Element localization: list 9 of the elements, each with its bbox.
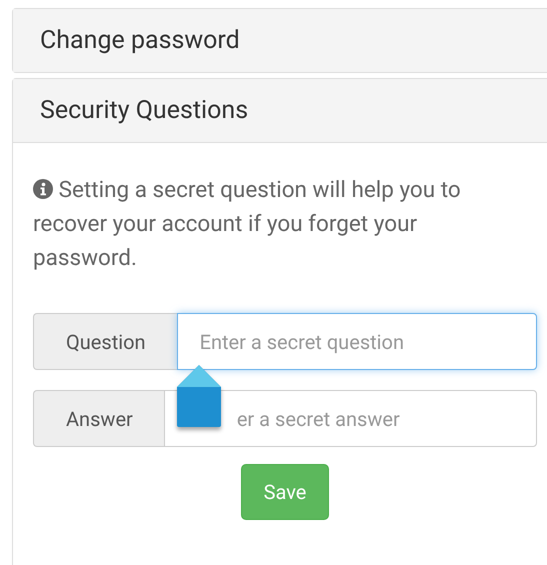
info-icon: [33, 179, 53, 199]
field-label: Question: [33, 313, 177, 370]
panel-title[interactable]: Change password: [40, 26, 240, 55]
field-label: Answer: [33, 390, 164, 447]
input-field[interactable]: Enter a secret question: [176, 313, 537, 370]
panel-title[interactable]: Security Questions: [40, 96, 248, 125]
cursor-handle[interactable]: [177, 365, 221, 429]
info-text: Setting a secret question will help you to recover your account if you forget your password.: [33, 176, 462, 273]
input-field[interactable]: er a secret answer: [164, 390, 537, 447]
